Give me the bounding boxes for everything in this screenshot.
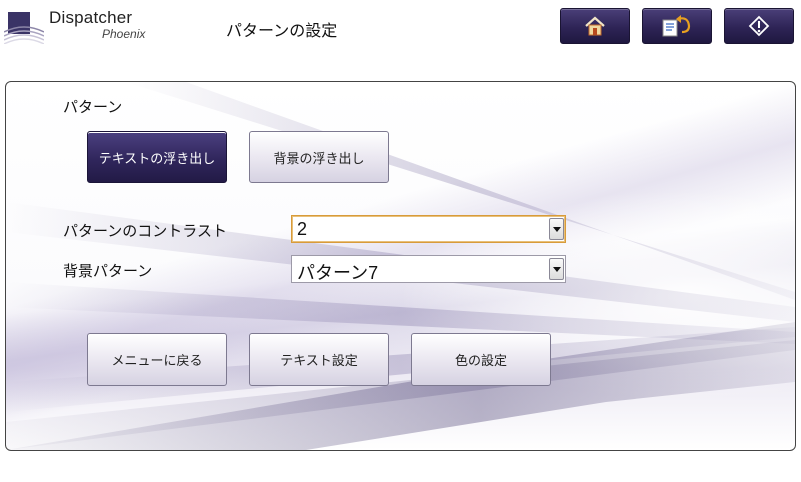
text-emboss-label: テキストの浮き出し [98, 151, 216, 167]
page-title: パターンの設定 [226, 21, 338, 40]
contrast-select[interactable]: 2 [291, 215, 566, 243]
contrast-dropdown-arrow[interactable] [549, 218, 564, 240]
background-emboss-label: 背景の浮き出し [273, 151, 365, 167]
job-undo-button[interactable] [642, 8, 712, 44]
color-settings-label: 色の設定 [454, 354, 507, 369]
logo-title: Dispatcher [49, 8, 133, 27]
start-button[interactable] [724, 8, 794, 44]
app-logo: Dispatcher Phoenix [4, 8, 154, 44]
logo-mark-icon [4, 12, 44, 44]
main-panel: パターン テキストの浮き出し 背景の浮き出し パターンのコントラスト 2 背景パ… [5, 81, 796, 451]
pattern-label: パターン [63, 98, 123, 116]
logo-subtitle: Phoenix [102, 27, 146, 41]
text-emboss-button[interactable]: テキストの浮き出し [87, 131, 227, 183]
text-settings-button[interactable]: テキスト設定 [249, 333, 389, 386]
job-undo-icon [662, 15, 691, 37]
back-to-menu-label: メニューに戻る [111, 354, 203, 369]
bg-pattern-dropdown-arrow[interactable] [549, 258, 564, 280]
color-settings-button[interactable]: 色の設定 [411, 333, 551, 386]
bg-pattern-select[interactable]: パターン7 [291, 255, 566, 283]
contrast-label: パターンのコントラスト [63, 222, 227, 240]
header-bar: Dispatcher Phoenix パターンの設定 [0, 0, 801, 62]
text-settings-label: テキスト設定 [280, 354, 358, 369]
background-emboss-button[interactable]: 背景の浮き出し [249, 131, 389, 183]
back-to-menu-button[interactable]: メニューに戻る [87, 333, 227, 386]
home-button[interactable] [560, 8, 630, 44]
bg-pattern-value: パターン7 [297, 263, 379, 283]
bg-pattern-label: 背景パターン [63, 262, 153, 280]
chevron-down-icon [552, 266, 561, 272]
start-icon [748, 15, 770, 37]
home-icon [585, 16, 605, 36]
contrast-value: 2 [297, 219, 308, 239]
chevron-down-icon [552, 226, 561, 232]
